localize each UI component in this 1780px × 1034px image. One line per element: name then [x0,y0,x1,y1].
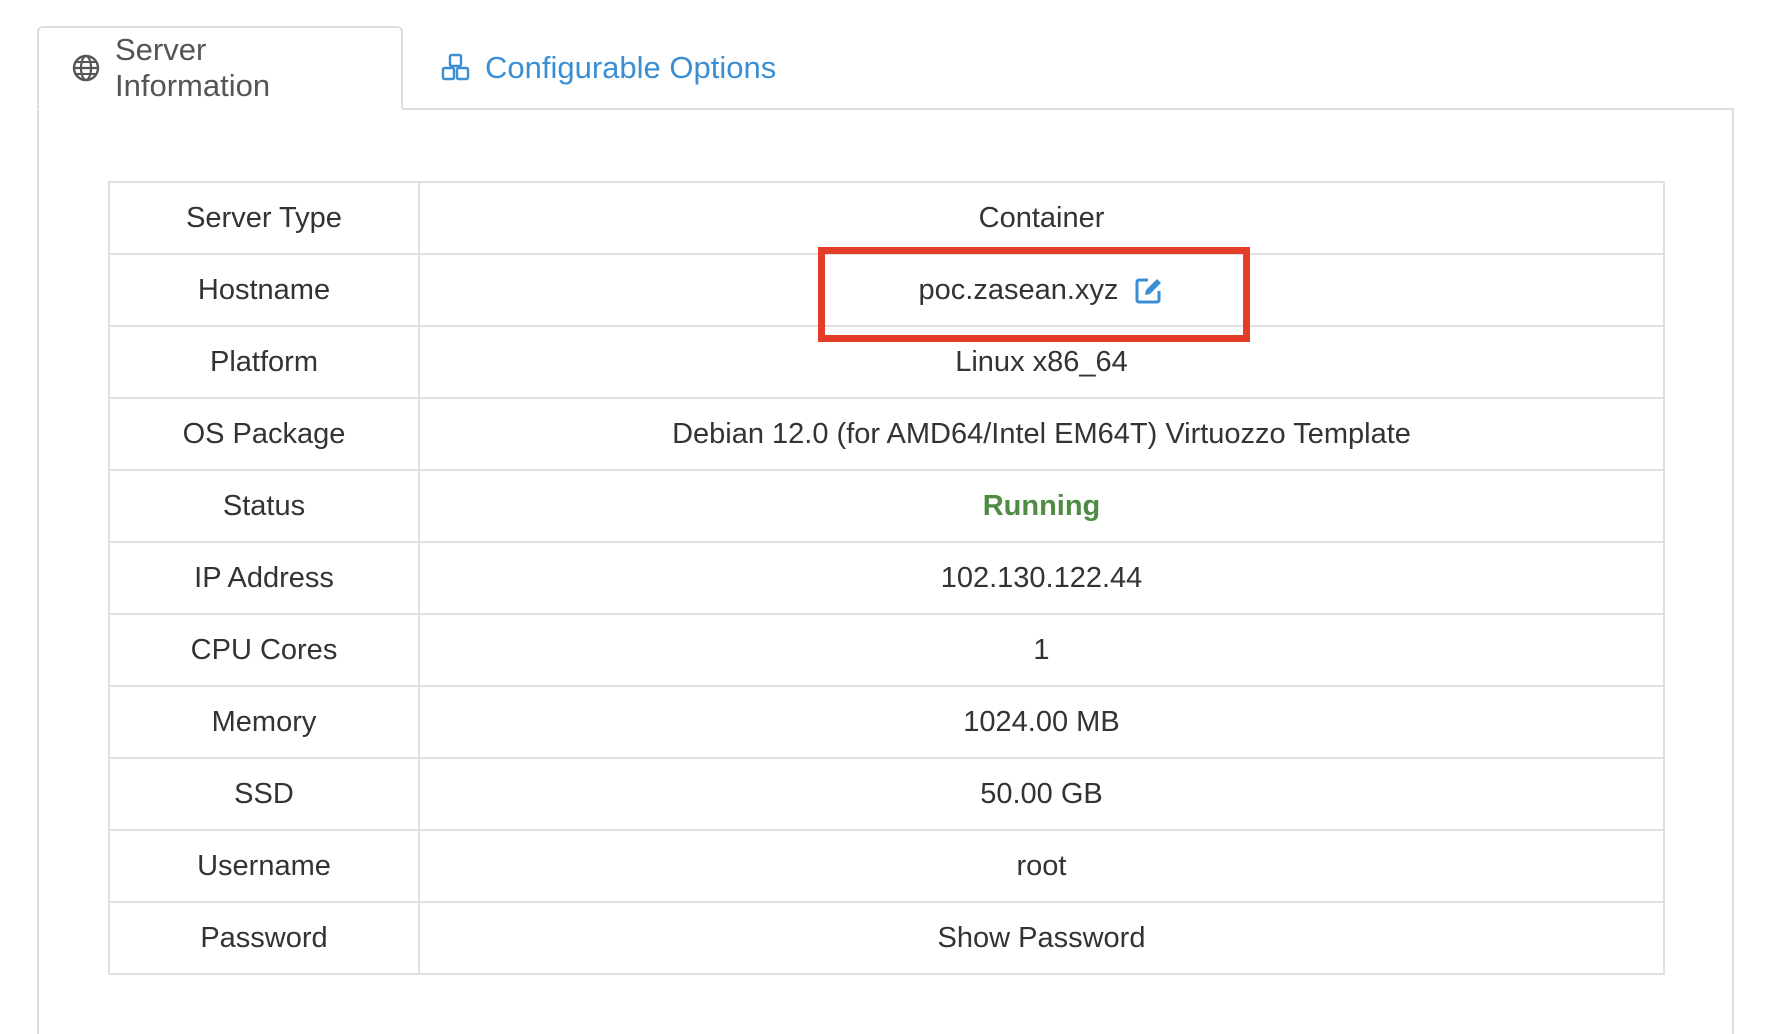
ip-address-value: 102.130.122.44 [418,541,1665,615]
os-package-label: OS Package [108,397,420,471]
table-row: OS Package Debian 12.0 (for AMD64/Intel … [108,397,1665,471]
status-badge: Running [982,489,1101,522]
hostname-cell: poc.zasean.xyz [418,253,1665,327]
ssd-value: 50.00 GB [418,757,1665,831]
server-type-value: Container [418,181,1665,255]
ip-address-label: IP Address [108,541,420,615]
memory-label: Memory [108,685,420,759]
password-cell: Show Password [418,901,1665,975]
hostname-wrap: poc.zasean.xyz [919,274,1165,307]
table-row: Password Show Password [108,901,1665,975]
memory-value: 1024.00 MB [418,685,1665,759]
table-row: CPU Cores 1 [108,613,1665,687]
table-row: Server Type Container [108,181,1665,255]
cpu-cores-label: CPU Cores [108,613,420,687]
platform-value: Linux x86_64 [418,325,1665,399]
hostname-value: poc.zasean.xyz [918,273,1119,306]
globe-icon [71,53,101,83]
os-package-value: Debian 12.0 (for AMD64/Intel EM64T) Virt… [418,397,1665,471]
username-label: Username [108,829,420,903]
ssd-label: SSD [108,757,420,831]
show-password-link[interactable]: Show Password [938,922,1146,954]
table-row: Memory 1024.00 MB [108,685,1665,759]
page: Server Information Configurable Options … [0,0,1780,1034]
platform-label: Platform [108,325,420,399]
server-type-label: Server Type [108,181,420,255]
cpu-cores-value: 1 [418,613,1665,687]
table-row: SSD 50.00 GB [108,757,1665,831]
tab-label: Server Information [115,32,271,103]
tab-configurable-options[interactable]: Configurable Options [403,26,808,110]
hostname-label: Hostname [108,253,420,327]
status-label: Status [108,469,420,543]
status-cell: Running [418,469,1665,543]
table-row: IP Address 102.130.122.44 [108,541,1665,615]
tab-bar: Server Information Configurable Options [37,26,808,110]
table-row: Platform Linux x86_64 [108,325,1665,399]
cubes-icon [441,53,471,83]
edit-icon[interactable] [1134,275,1164,305]
table-row: Username root [108,829,1665,903]
tab-server-information[interactable]: Server Information [37,26,403,110]
table-row: Status Running [108,469,1665,543]
username-value: root [418,829,1665,903]
server-info-table: Server Type Container Hostname poc.zasea… [108,181,1665,975]
tab-label: Configurable Options [485,50,777,85]
table-row: Hostname poc.zasean.xyz [108,253,1665,327]
password-label: Password [108,901,420,975]
